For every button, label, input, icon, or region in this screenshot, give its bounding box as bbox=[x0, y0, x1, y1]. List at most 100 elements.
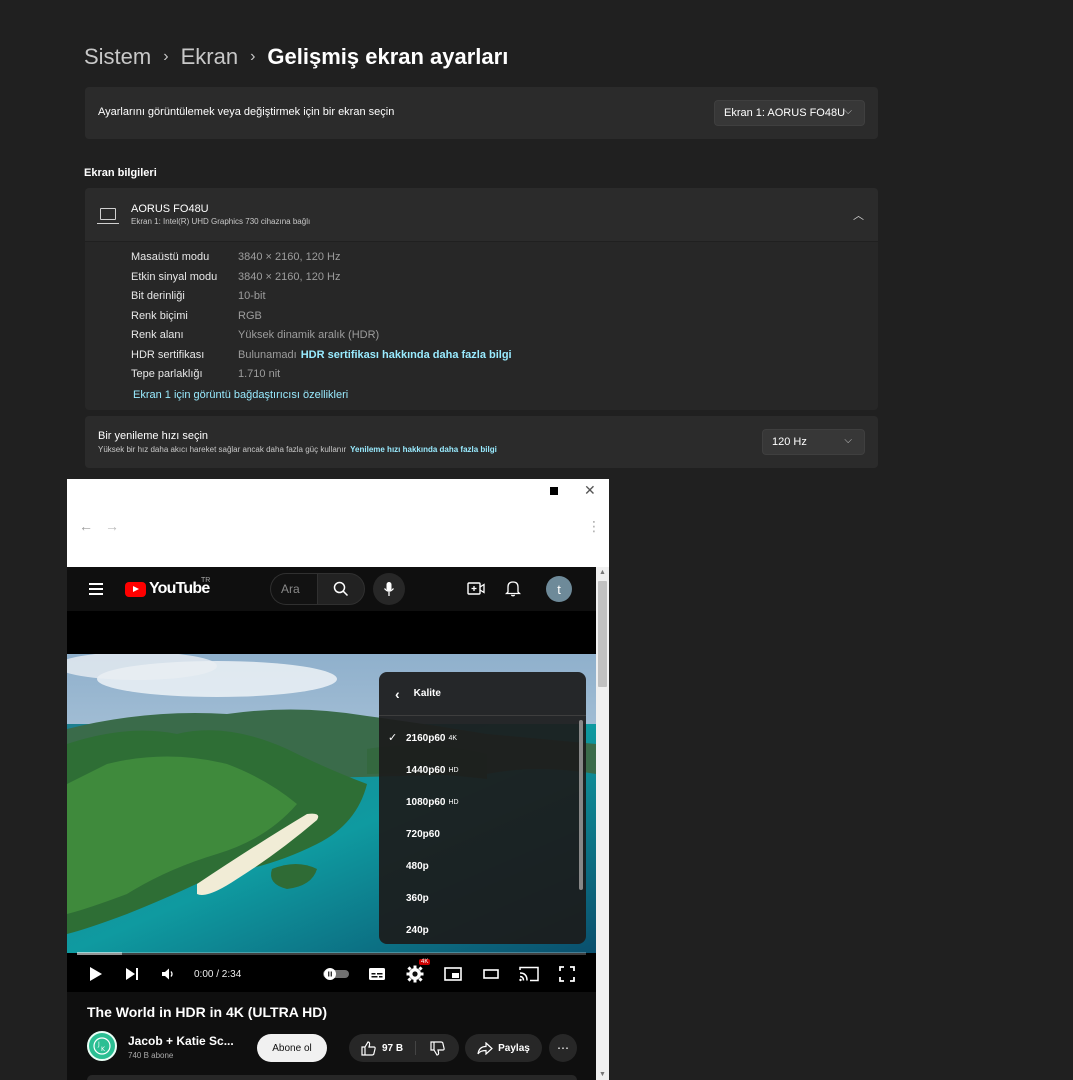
browser-window: ✕ ← → ⋮ YouTube TR Ara t ▲ ▼ ‹ Kalite ✓ … bbox=[67, 479, 609, 1080]
channel-avatar[interactable]: JK bbox=[87, 1031, 117, 1061]
progress-bar[interactable] bbox=[77, 952, 586, 955]
subscribe-button[interactable]: Abone ol bbox=[257, 1034, 327, 1062]
fullscreen-icon[interactable] bbox=[557, 964, 577, 984]
breadcrumb-sistem[interactable]: Sistem bbox=[84, 44, 151, 70]
info-label: Etkin sinyal modu bbox=[131, 271, 218, 283]
forward-icon[interactable]: → bbox=[105, 518, 119, 534]
more-actions-button[interactable]: ⋯ bbox=[549, 1034, 577, 1062]
quality-option-240p[interactable]: 240p bbox=[379, 914, 579, 946]
autoplay-toggle-icon[interactable] bbox=[321, 964, 351, 984]
refresh-info-link[interactable]: Yenileme hızı hakkında daha fazla bilgi bbox=[350, 445, 497, 454]
display-subtitle: Ekran 1: Intel(R) UHD Graphics 730 cihaz… bbox=[131, 217, 311, 226]
voice-search-button[interactable] bbox=[373, 573, 405, 605]
close-icon[interactable]: ✕ bbox=[584, 482, 596, 499]
breadcrumb: Sistem › Ekran › Gelişmiş ekran ayarları bbox=[84, 42, 508, 72]
like-count: 97 B bbox=[381, 1042, 404, 1054]
quality-label: 1080p60 bbox=[406, 796, 446, 808]
scrollbar-thumb[interactable] bbox=[598, 581, 607, 687]
create-video-icon[interactable] bbox=[467, 581, 485, 601]
info-label: HDR sertifikası bbox=[131, 349, 205, 361]
quality-option-720p60[interactable]: 720p60 bbox=[379, 818, 579, 850]
back-chevron-icon[interactable]: ‹ bbox=[395, 686, 400, 702]
chevron-down-icon: ⌵ bbox=[844, 435, 852, 446]
refresh-rate-dropdown[interactable]: 120 Hz ⌵ bbox=[762, 429, 865, 455]
next-icon[interactable] bbox=[123, 964, 141, 984]
quality-option-360p[interactable]: 360p bbox=[379, 882, 579, 914]
info-label: Masaüstü modu bbox=[131, 251, 210, 263]
quality-menu-header[interactable]: ‹ Kalite bbox=[379, 672, 586, 716]
info-label: Renk biçimi bbox=[131, 310, 188, 322]
search-button[interactable] bbox=[317, 573, 365, 605]
notifications-bell-icon[interactable] bbox=[504, 579, 522, 602]
display-dropdown[interactable]: Ekran 1: AORUS FO48U ⌵ bbox=[714, 100, 865, 126]
like-button[interactable]: 97 B bbox=[349, 1034, 415, 1062]
scroll-up-icon[interactable]: ▲ bbox=[599, 569, 606, 576]
menu-icon[interactable] bbox=[89, 583, 103, 595]
back-icon[interactable]: ← bbox=[79, 518, 93, 534]
miniplayer-icon[interactable] bbox=[443, 964, 463, 984]
info-row: Bit derinliği 10-bit bbox=[131, 290, 266, 306]
more-vert-icon[interactable]: ⋮ bbox=[587, 518, 601, 535]
check-icon: ✓ bbox=[388, 732, 398, 744]
volume-icon[interactable] bbox=[160, 964, 176, 984]
subtitles-icon[interactable] bbox=[367, 964, 387, 984]
info-value: 1.710 nit bbox=[238, 368, 281, 380]
description-box[interactable] bbox=[87, 1075, 577, 1080]
share-icon bbox=[477, 1041, 494, 1055]
adapter-properties-link[interactable]: Ekran 1 için görüntü bağdaştırıcısı özel… bbox=[133, 389, 348, 401]
scroll-down-icon[interactable]: ▼ bbox=[599, 1071, 606, 1078]
info-row: Renk biçimi RGB bbox=[131, 310, 262, 326]
search-input[interactable]: Ara bbox=[270, 573, 317, 605]
quality-label: 240p bbox=[406, 924, 429, 936]
quality-option-1440p60[interactable]: 1440p60 HD bbox=[379, 754, 579, 786]
quality-label: 360p bbox=[406, 892, 429, 904]
quality-menu-scrollbar[interactable] bbox=[579, 720, 583, 890]
laptop-icon bbox=[97, 208, 119, 224]
info-row: Renk alanı Yüksek dinamik aralık (HDR) bbox=[131, 329, 379, 345]
refresh-subtitle: Yüksek bir hız daha akıcı hareket sağlar… bbox=[98, 445, 497, 454]
quality-menu-title: Kalite bbox=[413, 688, 441, 699]
display-info-header[interactable]: AORUS FO48U Ekran 1: Intel(R) UHD Graphi… bbox=[85, 188, 878, 241]
avatar[interactable]: t bbox=[546, 576, 572, 602]
share-button[interactable]: Paylaş bbox=[465, 1034, 542, 1062]
info-label: Tepe parlaklığı bbox=[131, 368, 203, 380]
page-scrollbar[interactable]: ▲ ▼ bbox=[596, 567, 609, 1080]
info-label: Renk alanı bbox=[131, 329, 184, 341]
theater-mode-icon[interactable] bbox=[481, 964, 501, 984]
quality-option-1080p60[interactable]: 1080p60 HD bbox=[379, 786, 579, 818]
display-name: AORUS FO48U bbox=[131, 203, 209, 215]
quality-badge: HD bbox=[448, 798, 459, 806]
info-row: Masaüstü modu 3840 × 2160, 120 Hz bbox=[131, 251, 340, 267]
quality-badge: HD bbox=[448, 766, 459, 774]
youtube-logo-icon[interactable] bbox=[125, 582, 146, 597]
refresh-description: Yüksek bir hız daha akıcı hareket sağlar… bbox=[98, 445, 347, 454]
refresh-title: Bir yenileme hızı seçin bbox=[98, 430, 209, 442]
info-value: 3840 × 2160, 120 Hz bbox=[238, 251, 341, 263]
chevron-up-icon[interactable]: ︿ bbox=[853, 207, 864, 223]
chevron-down-icon: ⌵ bbox=[844, 106, 852, 117]
refresh-rate-value: 120 Hz bbox=[772, 436, 807, 448]
channel-name[interactable]: Jacob + Katie Sc... bbox=[128, 1034, 234, 1048]
breadcrumb-ekran[interactable]: Ekran bbox=[181, 44, 238, 70]
breadcrumb-separator: › bbox=[250, 48, 256, 65]
play-icon[interactable] bbox=[87, 964, 105, 984]
display-info-body: Masaüstü modu 3840 × 2160, 120 Hz Etkin … bbox=[85, 242, 878, 410]
video-player[interactable]: ‹ Kalite ✓ 2160p60 4K 1440p60 HD 1080p60 HD… bbox=[67, 611, 596, 992]
display-select-label: Ayarlarını görüntülemek veya değiştirmek… bbox=[98, 106, 395, 118]
settings-gear-icon[interactable] bbox=[405, 964, 425, 984]
quality-label: 720p60 bbox=[406, 828, 440, 840]
info-row: Etkin sinyal modu 3840 × 2160, 120 Hz bbox=[131, 271, 340, 287]
time-display: 0:00 / 2:34 bbox=[194, 969, 242, 980]
info-value: Bulunamadı bbox=[238, 349, 297, 361]
dislike-button[interactable] bbox=[416, 1034, 459, 1062]
quality-option-2160p60[interactable]: ✓ 2160p60 4K bbox=[379, 722, 579, 754]
hdr-info-link[interactable]: HDR sertifikası hakkında daha fazla bilg… bbox=[301, 349, 512, 365]
quality-badge: 4K bbox=[448, 734, 458, 742]
quality-label: 2160p60 bbox=[406, 732, 446, 744]
cast-icon[interactable] bbox=[518, 964, 540, 984]
quality-menu: ‹ Kalite ✓ 2160p60 4K 1440p60 HD 1080p60 HD… bbox=[379, 672, 586, 944]
subscriber-count: 740 B abone bbox=[128, 1051, 174, 1060]
maximize-icon[interactable] bbox=[550, 487, 558, 495]
quality-option-480p[interactable]: 480p bbox=[379, 850, 579, 882]
quality-label: 480p bbox=[406, 860, 429, 872]
